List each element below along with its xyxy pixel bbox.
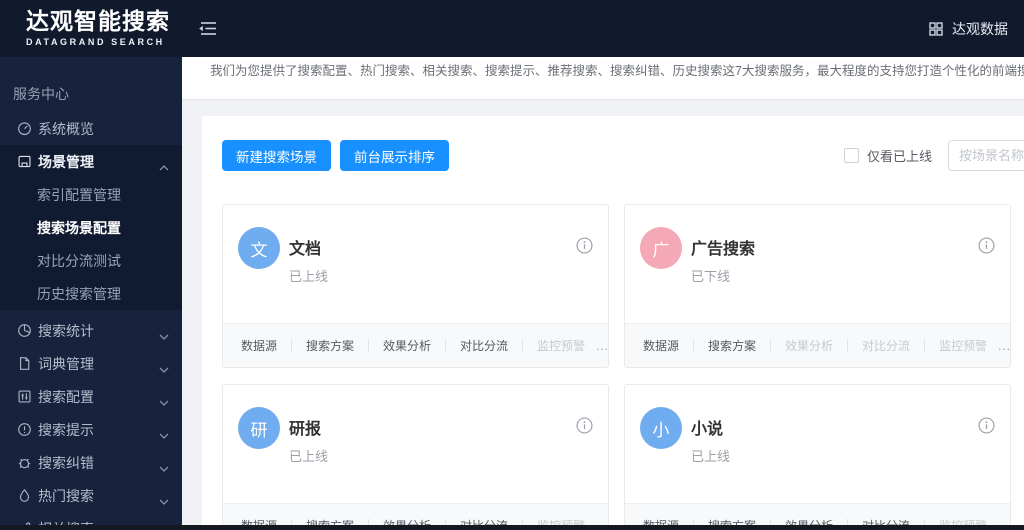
scene-card-ad-search[interactable]: 广 广告搜索 已下线 数据源 搜索方案 效果分析 对比分流 监控预警... [624,204,1011,368]
menu-fold-icon[interactable] [196,20,218,42]
info-icon[interactable] [978,417,995,434]
filter-bar: 仅看已上线 [844,140,1024,171]
datasource-link[interactable]: 数据源 [643,337,679,354]
bug-icon [17,455,32,470]
sidebar-subitem-label: 历史搜索管理 [37,285,121,302]
scene-card-title: 广告搜索 [691,241,756,258]
chevron-down-icon [159,459,169,475]
chevron-down-icon [159,426,169,442]
sidebar-item-system-overview[interactable]: 系统概览 [0,112,182,145]
scene-card-research-report[interactable]: 研 研报 已上线 数据源搜索方案效果分析对比分流监控预警... [222,384,609,530]
sidebar-group-label: 服务中心 [13,86,69,102]
status-badge: 已上线 [289,449,329,464]
status-badge: 已上线 [691,449,731,464]
dashboard-icon [17,121,32,136]
sidebar-subitem-index-config[interactable]: 索引配置管理 [0,178,182,211]
intro-banner-text: 我们为您提供了搜索配置、热门搜索、相关搜索、搜索提示、推荐搜索、搜索纠错、历史搜… [210,64,1024,78]
online-only-label: 仅看已上线 [867,149,933,164]
status-badge: 已下线 [691,269,731,284]
sidebar-item-label: 词典管理 [38,355,94,372]
product-switcher[interactable]: 达观数据 [929,0,1008,57]
avatar: 研 [238,407,280,449]
sliders-icon [17,389,32,404]
status-badge: 已上线 [289,269,329,284]
app-root: 达观智能搜索 DATAGRAND SEARCH 达观数据 服务中心 系统概览 场… [0,0,1024,530]
sidebar-item-dict-management[interactable]: 词典管理 [0,347,182,380]
chevron-up-icon [159,158,169,174]
sidebar-subitem-label: 搜索场景配置 [37,219,121,236]
top-header: 达观智能搜索 DATAGRAND SEARCH 达观数据 [0,0,1024,57]
product-label: 达观数据 [952,20,1008,37]
new-scene-button[interactable]: 新建搜索场景 [222,140,331,171]
sidebar-nav: 服务中心 系统概览 场景管理 索引配置管理 搜索场景配置 对比分流测试 历史搜索… [0,57,182,530]
datasource-link[interactable]: 数据源 [241,337,277,354]
sidebar-item-label: 搜索纠错 [38,454,94,471]
sidebar-item-scene-management[interactable]: 场景管理 [0,145,182,178]
monitor-alert-link[interactable]: 监控预警 [939,337,987,354]
sidebar-subitem-label: 索引配置管理 [37,186,121,203]
sidebar-item-label: 系统概览 [38,120,94,137]
logo[interactable]: 达观智能搜索 DATAGRAND SEARCH [26,7,170,47]
sidebar-item-label: 搜索提示 [38,421,94,438]
sidebar-subitem-search-scene-config[interactable]: 搜索场景配置 [0,211,182,244]
scene-management-section: 场景管理 索引配置管理 搜索场景配置 对比分流测试 历史搜索管理 [0,145,182,310]
sidebar-item-label: 热门搜索 [38,487,94,504]
chevron-down-icon [159,492,169,508]
scene-card-title: 研报 [289,421,322,438]
scene-card-title: 文档 [289,241,322,258]
fire-icon [17,488,32,503]
sidebar-item-search-stats[interactable]: 搜索统计 [0,314,182,347]
avatar: 广 [640,227,682,269]
logo-subtitle: DATAGRAND SEARCH [26,37,165,47]
scene-card-novel[interactable]: 小 小说 已上线 数据源搜索方案效果分析对比分流监控预警... [624,384,1011,530]
sidebar-item-search-correction[interactable]: 搜索纠错 [0,446,182,479]
sidebar-item-search-config[interactable]: 搜索配置 [0,380,182,413]
intro-banner: 我们为您提供了搜索配置、热门搜索、相关搜索、搜索提示、推荐搜索、搜索纠错、历史搜… [182,57,1024,100]
scene-config-panel: 新建搜索场景 前台展示排序 仅看已上线 文 文档 已上线 数据源 搜索方案 效果分析… [202,116,1024,530]
logo-title: 达观智能搜索 [26,8,170,34]
chevron-down-icon [159,360,169,376]
sidebar-item-search-hint[interactable]: 搜索提示 [0,413,182,446]
search-plan-link[interactable]: 搜索方案 [708,337,756,354]
window-bottom-edge [0,525,1024,530]
scene-card-title: 小说 [691,421,724,438]
sidebar-item-label: 搜索配置 [38,388,94,405]
pie-chart-icon [17,323,32,338]
online-only-checkbox[interactable] [844,148,859,163]
scene-card-document[interactable]: 文 文档 已上线 数据源 搜索方案 效果分析 对比分流 监控预警... [222,204,609,368]
sidebar-subitem-ab-test[interactable]: 对比分流测试 [0,244,182,277]
info-icon[interactable] [576,417,593,434]
ab-split-link[interactable]: 对比分流 [862,337,910,354]
card-footer: 数据源 搜索方案 效果分析 对比分流 监控预警... [625,323,1010,367]
avatar: 文 [238,227,280,269]
sidebar-subitem-label: 对比分流测试 [37,252,121,269]
info-icon[interactable] [978,237,995,254]
card-footer: 数据源 搜索方案 效果分析 对比分流 监控预警... [223,323,608,367]
sidebar-item-hot-search[interactable]: 热门搜索 [0,479,182,512]
scene-icon [17,154,32,169]
monitor-alert-link[interactable]: 监控预警 [537,337,585,354]
file-icon [17,356,32,371]
more-link[interactable]: ... [596,339,609,353]
chevron-down-icon [159,393,169,409]
search-plan-link[interactable]: 搜索方案 [306,337,354,354]
toolbar: 新建搜索场景 前台展示排序 [222,140,449,171]
chevron-down-icon [159,327,169,343]
effect-analysis-link[interactable]: 效果分析 [383,337,431,354]
sidebar-subitem-history-search[interactable]: 历史搜索管理 [0,277,182,310]
info-icon[interactable] [576,237,593,254]
effect-analysis-link[interactable]: 效果分析 [785,337,833,354]
scene-name-search-input[interactable] [948,140,1024,171]
exclamation-circle-icon [17,422,32,437]
avatar: 小 [640,407,682,449]
ab-split-link[interactable]: 对比分流 [460,337,508,354]
apps-grid-icon [929,21,943,36]
sidebar-item-label: 搜索统计 [38,322,94,339]
display-sort-button[interactable]: 前台展示排序 [340,140,449,171]
sidebar-item-label: 场景管理 [38,153,94,170]
more-link[interactable]: ... [998,339,1011,353]
